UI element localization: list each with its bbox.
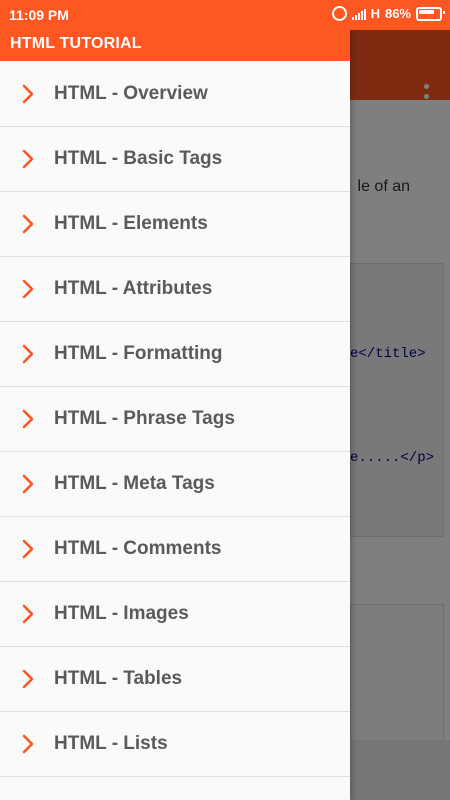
drawer-item-label: HTML - Attributes xyxy=(54,278,213,299)
drawer-list: HTML - Overview HTML - Basic Tags HTML -… xyxy=(0,62,350,777)
drawer-item-label: HTML - Formatting xyxy=(54,343,223,364)
drawer-item-attributes[interactable]: HTML - Attributes xyxy=(0,257,350,322)
drawer-item-comments[interactable]: HTML - Comments xyxy=(0,517,350,582)
chevron-right-icon xyxy=(22,539,34,559)
drawer-item-label: HTML - Lists xyxy=(54,733,168,754)
drawer-title: HTML TUTORIAL xyxy=(10,35,142,52)
navigation-drawer: HTML TUTORIAL HTML - Overview HTML - Bas… xyxy=(0,0,350,800)
network-type: H xyxy=(370,6,380,21)
drawer-item-label: HTML - Basic Tags xyxy=(54,148,223,169)
status-icons: H 86% xyxy=(331,6,445,21)
drawer-item-label: HTML - Elements xyxy=(54,213,208,234)
drawer-item-label: HTML - Images xyxy=(54,603,189,624)
status-time: 11:09 PM xyxy=(9,7,69,23)
status-bar: 11:09 PM H 86% xyxy=(0,0,450,30)
chevron-right-icon xyxy=(22,214,34,234)
drawer-item-lists[interactable]: HTML - Lists xyxy=(0,712,350,777)
battery-percent: 86% xyxy=(384,6,411,21)
drawer-item-phrase-tags[interactable]: HTML - Phrase Tags xyxy=(0,387,350,452)
drawer-item-images[interactable]: HTML - Images xyxy=(0,582,350,647)
drawer-item-label: HTML - Phrase Tags xyxy=(54,408,235,429)
drawer-item-basic-tags[interactable]: HTML - Basic Tags xyxy=(0,127,350,192)
battery-icon xyxy=(416,6,445,21)
drawer-item-formatting[interactable]: HTML - Formatting xyxy=(0,322,350,387)
drawer-header: HTML TUTORIAL xyxy=(0,30,350,61)
chevron-right-icon xyxy=(22,84,34,104)
chevron-right-icon xyxy=(22,474,34,494)
drawer-item-overview[interactable]: HTML - Overview xyxy=(0,62,350,127)
drawer-item-tables[interactable]: HTML - Tables xyxy=(0,647,350,712)
chevron-right-icon xyxy=(22,409,34,429)
drawer-item-label: HTML - Meta Tags xyxy=(54,473,215,494)
signal-icon xyxy=(351,8,366,20)
drawer-item-label: HTML - Tables xyxy=(54,668,183,689)
drawer-item-label: HTML - Overview xyxy=(54,83,208,104)
drawer-item-meta-tags[interactable]: HTML - Meta Tags xyxy=(0,452,350,517)
chevron-right-icon xyxy=(22,344,34,364)
chevron-right-icon xyxy=(22,604,34,624)
alarm-icon xyxy=(331,6,347,21)
drawer-item-elements[interactable]: HTML - Elements xyxy=(0,192,350,257)
chevron-right-icon xyxy=(22,734,34,754)
chevron-right-icon xyxy=(22,279,34,299)
drawer-item-label: HTML - Comments xyxy=(54,538,222,559)
chevron-right-icon xyxy=(22,149,34,169)
chevron-right-icon xyxy=(22,669,34,689)
